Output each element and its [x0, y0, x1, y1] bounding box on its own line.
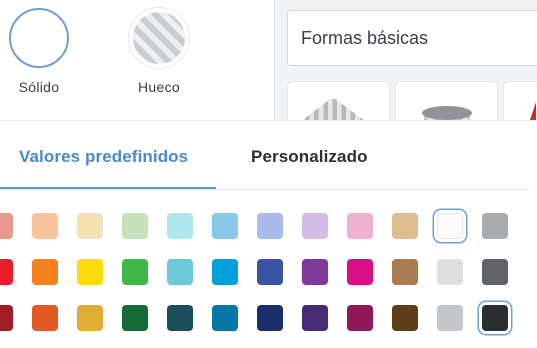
color-swatch[interactable] [32, 259, 58, 285]
color-swatch[interactable] [302, 213, 328, 239]
color-swatch[interactable] [77, 259, 103, 285]
color-swatch[interactable] [392, 305, 418, 331]
color-swatch[interactable] [0, 213, 13, 239]
color-panel: Valores predefinidos Personalizado [0, 120, 537, 348]
color-swatch[interactable] [167, 305, 193, 331]
color-swatch[interactable] [167, 213, 193, 239]
color-swatch[interactable] [257, 213, 283, 239]
color-swatch[interactable] [347, 213, 373, 239]
shape-tile-cube[interactable] [287, 81, 390, 121]
color-swatch[interactable] [347, 259, 373, 285]
shape-tile-red[interactable] [503, 81, 537, 121]
solid-fill-circle [9, 8, 69, 68]
color-swatch[interactable] [482, 305, 508, 331]
cylinder-shape-icon [422, 106, 472, 120]
tabs-divider [0, 189, 530, 190]
color-swatch[interactable] [437, 305, 463, 331]
color-swatch[interactable] [437, 259, 463, 285]
top-section: Sólido Hueco Formas básicas [0, 0, 537, 121]
tab-custom[interactable]: Personalizado [251, 147, 368, 167]
fill-option-label: Hueco [138, 79, 180, 95]
color-swatch[interactable] [482, 259, 508, 285]
fill-option-solid[interactable]: Sólido [0, 8, 79, 95]
color-swatch[interactable] [77, 305, 103, 331]
red-shape-icon [526, 102, 536, 121]
color-swatch[interactable] [0, 259, 13, 285]
color-swatch[interactable] [0, 305, 13, 331]
shape-category-select[interactable]: Formas básicas [287, 10, 537, 66]
color-swatch[interactable] [347, 305, 373, 331]
color-swatch[interactable] [32, 305, 58, 331]
color-swatch[interactable] [257, 305, 283, 331]
color-swatch[interactable] [302, 305, 328, 331]
color-swatch[interactable] [212, 259, 238, 285]
color-swatch[interactable] [437, 213, 463, 239]
color-swatch[interactable] [122, 259, 148, 285]
fill-style-area: Sólido Hueco [0, 0, 274, 120]
fill-option-label: Sólido [18, 79, 60, 95]
color-swatch[interactable] [212, 305, 238, 331]
hollow-fill-circle [129, 8, 189, 68]
color-swatch[interactable] [77, 213, 103, 239]
color-swatch[interactable] [122, 213, 148, 239]
shape-tile-cylinder[interactable] [395, 81, 498, 121]
color-swatch[interactable] [392, 213, 418, 239]
fill-option-hollow[interactable]: Hueco [119, 8, 199, 95]
tab-presets[interactable]: Valores predefinidos [19, 147, 188, 167]
color-swatch[interactable] [32, 213, 58, 239]
color-swatch[interactable] [167, 259, 193, 285]
color-swatch[interactable] [122, 305, 148, 331]
color-swatch[interactable] [302, 259, 328, 285]
color-swatch[interactable] [392, 259, 418, 285]
color-swatch[interactable] [212, 213, 238, 239]
color-swatch[interactable] [482, 213, 508, 239]
color-swatch[interactable] [257, 259, 283, 285]
cube-shape-icon [295, 97, 371, 121]
